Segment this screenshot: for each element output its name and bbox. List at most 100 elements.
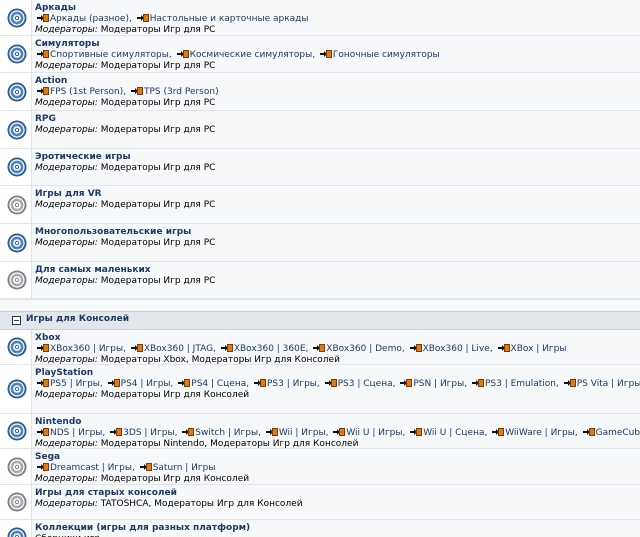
- moderators-label: Модераторы:: [35, 499, 98, 509]
- subforum-link[interactable]: 3DS | Игры: [123, 428, 174, 438]
- subforum-link[interactable]: PS5 | Игры: [50, 379, 100, 389]
- subforum-link[interactable]: FPS (1st Person): [50, 87, 123, 97]
- subforum-arrow-icon: [400, 379, 413, 387]
- subforum-arrow-icon: [37, 14, 49, 22]
- subforum-arrow-icon: [37, 344, 49, 352]
- forum-icon-cell: [0, 365, 32, 413]
- subforum-link[interactable]: Космические симуляторы: [190, 50, 313, 60]
- forum-row: RPG Модераторы: Модераторы Игр для PC: [0, 111, 640, 149]
- subforum-separator: ,: [316, 379, 323, 389]
- subforum-link[interactable]: PS4 | Игры: [121, 379, 171, 389]
- subforum-arrow-icon: [130, 344, 143, 352]
- subforum-link[interactable]: XBox360 | Игры: [50, 344, 123, 354]
- subforum-separator: ,: [123, 344, 129, 354]
- subforum-separator: ,: [128, 14, 135, 24]
- forum-row: Игры для VR Модераторы: Модераторы Игр дл…: [0, 186, 640, 224]
- forum-title[interactable]: Xbox: [35, 332, 640, 344]
- subforum-separator: ,: [168, 50, 175, 60]
- subforum-separator: ,: [99, 379, 106, 389]
- forum-icon-cell: [0, 0, 32, 35]
- forum-title[interactable]: Action: [35, 75, 640, 87]
- moderators-value[interactable]: TATOSHCA, Модераторы Игр для Консолей: [101, 499, 303, 509]
- moderators-label: Модераторы:: [35, 61, 98, 71]
- forum-title[interactable]: Коллекции (игры для разных платформ): [35, 522, 640, 534]
- moderators-line: Модераторы: Модераторы Игр для PC: [35, 238, 640, 249]
- subforum-link[interactable]: PS3 | Emulation: [485, 379, 556, 389]
- moderators-value[interactable]: Модераторы Игр для PC: [101, 276, 216, 286]
- subforum-arrow-icon: [110, 428, 123, 436]
- forum-title[interactable]: Игры для старых консолей: [35, 487, 640, 499]
- forum-row: Xbox XBox360 | Игры, XBox360 | JTAG, XBox…: [0, 330, 640, 365]
- category-title[interactable]: Игры для Консолей: [26, 314, 129, 324]
- subforum-link[interactable]: XBox360 | Live: [423, 344, 490, 354]
- forum-icon-cell: [0, 186, 32, 223]
- subforum-link[interactable]: PS3 | Сцена: [338, 379, 393, 389]
- subforum-link[interactable]: GameCube | Игры: [596, 428, 640, 438]
- moderators-label: Модераторы:: [35, 355, 98, 364]
- forum-icon-cell: [0, 73, 32, 110]
- subforum-link[interactable]: Настольные и карточные аркады: [150, 14, 309, 24]
- subforum-link[interactable]: WiiWare | Игры: [505, 428, 575, 438]
- forum-title[interactable]: RPG: [35, 113, 640, 125]
- forum-title[interactable]: Nintendo: [35, 416, 640, 428]
- moderators-value[interactable]: Модераторы Игр для PC: [101, 163, 216, 173]
- subforum-arrow-icon: [492, 428, 505, 436]
- forum-title[interactable]: Для самых маленьких: [35, 264, 640, 276]
- subforum-link[interactable]: XBox | Игры: [511, 344, 567, 354]
- subforum-link[interactable]: XBox360 | Demo: [326, 344, 402, 354]
- moderators-value[interactable]: Модераторы Игр для PC: [101, 238, 216, 248]
- subforum-link[interactable]: Saturn | Игры: [153, 463, 216, 473]
- subforum-link[interactable]: Switch | Игры: [195, 428, 258, 438]
- subforum-link[interactable]: Wii | Игры: [279, 428, 326, 438]
- subforum-link[interactable]: Гоночные симуляторы: [333, 50, 440, 60]
- forum-title[interactable]: Игры для VR: [35, 188, 640, 200]
- forum-row: Для самых маленьких Модераторы: Модератор…: [0, 262, 640, 299]
- subforum-link[interactable]: Спортивные симуляторы: [50, 50, 169, 60]
- subforum-link[interactable]: XBox360 | JTAG: [144, 344, 213, 354]
- moderators-value[interactable]: Модераторы Игр для PC: [101, 200, 216, 210]
- collapse-minus-icon[interactable]: [12, 316, 21, 325]
- forum-title[interactable]: Симуляторы: [35, 38, 640, 50]
- moderators-label: Модераторы:: [35, 474, 98, 484]
- subforum-link[interactable]: PS Vita | Игры: [577, 379, 640, 389]
- moderators-value[interactable]: Модераторы Игр для Консолей: [101, 390, 249, 400]
- moderators-value[interactable]: Модераторы Игр для PC: [101, 98, 216, 108]
- subforum-link[interactable]: PSN | Игры: [413, 379, 464, 389]
- pc-forums-section: Аркады Аркады (разное), Настольные и карт…: [0, 0, 640, 299]
- subforum-arrow-icon: [409, 344, 422, 352]
- subforum-arrow-icon: [563, 379, 576, 387]
- forum-title[interactable]: Эротические игры: [35, 151, 640, 163]
- forum-row: Nintendo NDS | Игры, 3DS | Игры, Switch |…: [0, 414, 640, 449]
- subforum-link[interactable]: XBox360 | 360E: [234, 344, 306, 354]
- forum-row: Многопользовательские игры Модераторы: Мо…: [0, 224, 640, 262]
- moderators-value[interactable]: Модераторы Xbox, Модераторы Игр для Конс…: [101, 355, 340, 364]
- subforum-arrow-icon: [176, 50, 189, 58]
- forum-row: Sega Dreamcast | Игры, Saturn | Игры Модер…: [0, 449, 640, 485]
- moderators-label: Модераторы:: [35, 390, 98, 400]
- subforum-link[interactable]: TPS (3rd Person): [144, 87, 219, 97]
- forum-content-cell: Коллекции (игры для разных платформ)Сбор…: [32, 520, 640, 537]
- forum-title[interactable]: Аркады: [35, 2, 640, 14]
- moderators-value[interactable]: Модераторы Игр для PC: [101, 125, 216, 135]
- forum-title[interactable]: Многопользовательские игры: [35, 226, 640, 238]
- forum-content-cell: Симуляторы Спортивные симуляторы, Космиче…: [32, 36, 640, 72]
- subforum-list: Спортивные симуляторы, Космические симул…: [35, 50, 640, 61]
- subforum-link[interactable]: NDS | Игры: [50, 428, 102, 438]
- moderators-value[interactable]: Модераторы Игр для Консолей: [101, 474, 249, 484]
- forum-title[interactable]: Sega: [35, 451, 640, 463]
- forum-title[interactable]: PlayStation: [35, 367, 640, 379]
- subforum-link[interactable]: PS3 | Игры: [267, 379, 317, 389]
- subforum-link[interactable]: Wii U | Игры: [346, 428, 402, 438]
- forum-icon-cell: [0, 36, 32, 72]
- moderators-value[interactable]: Модераторы Nintendo, Модераторы Игр для …: [101, 439, 359, 448]
- forum-list: Аркады Аркады (разное), Настольные и карт…: [0, 0, 640, 537]
- moderators-value[interactable]: Модераторы Игр для PC: [101, 25, 216, 35]
- subforum-link[interactable]: Dreamcast | Игры: [50, 463, 132, 473]
- moderators-line: Модераторы: TATOSHCA, Модераторы Игр для…: [35, 499, 640, 510]
- moderators-label: Модераторы:: [35, 125, 98, 135]
- moderators-label: Модераторы:: [35, 200, 98, 210]
- moderators-value[interactable]: Модераторы Игр для PC: [101, 61, 216, 71]
- subforum-link[interactable]: PS4 | Сцена: [191, 379, 246, 389]
- subforum-link[interactable]: Аркады (разное): [50, 14, 129, 24]
- subforum-link[interactable]: Wii U | Сцена: [423, 428, 484, 438]
